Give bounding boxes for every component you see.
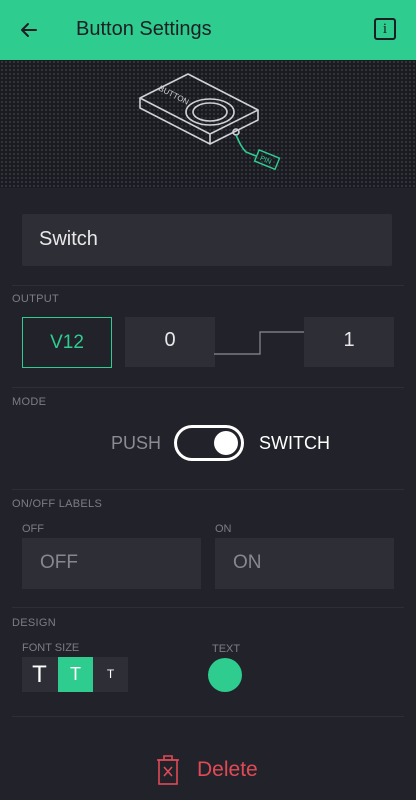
font-size-label: FONT SIZE xyxy=(22,642,80,654)
arrow-left-icon xyxy=(21,23,37,37)
output-section-label: OUTPUT xyxy=(12,293,60,305)
widget-illustration: BUTTON PIN xyxy=(0,60,416,188)
info-button[interactable]: i xyxy=(374,18,396,40)
on-caption: ON xyxy=(215,523,232,535)
divider xyxy=(12,716,404,717)
output-pin-value: V12 xyxy=(50,332,84,353)
divider xyxy=(12,607,404,608)
text-color-swatch[interactable] xyxy=(208,658,242,692)
info-icon: i xyxy=(382,21,388,37)
widget-name-input[interactable]: Switch xyxy=(22,214,392,266)
off-label-input[interactable]: OFF xyxy=(22,538,201,589)
font-size-small[interactable]: T xyxy=(93,657,128,692)
mode-switch-label[interactable]: SWITCH xyxy=(259,433,330,454)
text-color-label: TEXT xyxy=(212,643,241,655)
on-label-value: ON xyxy=(233,552,262,573)
divider xyxy=(12,285,404,286)
font-size-medium[interactable]: T xyxy=(58,657,93,692)
pin-label: PIN xyxy=(259,155,272,166)
delete-button[interactable]: Delete xyxy=(155,752,285,788)
button-device-illustration: BUTTON PIN xyxy=(139,73,281,171)
output-min-input[interactable]: 0 xyxy=(125,317,215,367)
onoff-section-label: ON/OFF LABELS xyxy=(12,498,103,510)
output-max-input[interactable]: 1 xyxy=(304,317,394,367)
output-min-value: 0 xyxy=(164,329,176,351)
range-connector xyxy=(214,331,306,355)
on-label-input[interactable]: ON xyxy=(215,538,394,589)
page-title: Button Settings xyxy=(76,18,212,40)
design-section-label: DESIGN xyxy=(12,617,56,629)
off-caption: OFF xyxy=(22,523,44,535)
divider xyxy=(12,387,404,388)
divider xyxy=(12,489,404,490)
back-button[interactable] xyxy=(14,16,44,44)
mode-toggle-switch[interactable] xyxy=(174,425,244,461)
off-label-value: OFF xyxy=(40,552,78,573)
widget-name-value: Switch xyxy=(39,228,98,250)
output-max-value: 1 xyxy=(343,329,355,351)
device-label: BUTTON xyxy=(157,84,190,107)
mode-section-label: MODE xyxy=(12,396,47,408)
mode-push-label[interactable]: PUSH xyxy=(111,433,161,454)
delete-label: Delete xyxy=(197,758,258,781)
output-pin-button[interactable]: V12 xyxy=(22,317,112,368)
trash-icon xyxy=(157,755,179,785)
toggle-knob xyxy=(214,431,238,455)
font-size-selector: T T T xyxy=(22,657,128,692)
app-header: Button Settings i xyxy=(0,0,416,60)
font-size-large[interactable]: T xyxy=(22,657,57,692)
